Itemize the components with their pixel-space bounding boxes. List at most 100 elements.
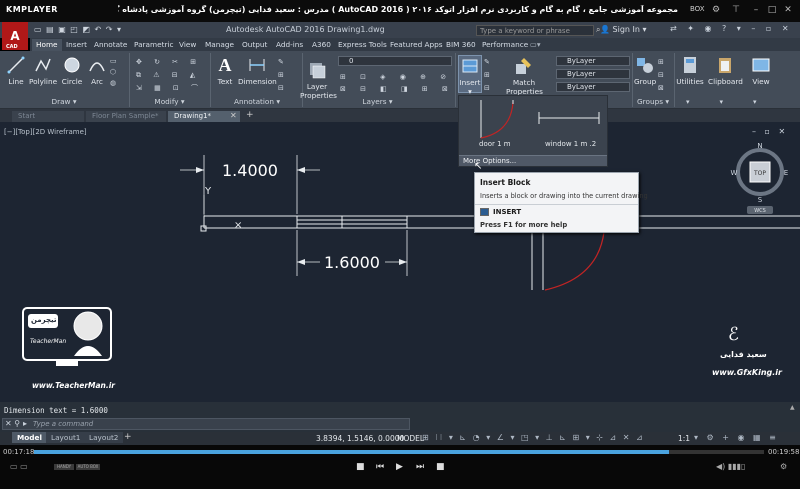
annotation-small-tools[interactable]: ✎ ⊞ ⊟ [278, 56, 298, 95]
insert-block-icon [462, 59, 478, 73]
file-tab-start[interactable]: Start [12, 111, 84, 122]
modify-tools[interactable]: ✥ ↻ ✂ ⊞ ⧉ ⚠ ⊟ ◭ ⇲ ▦ ⊡ ⌒ [136, 56, 206, 95]
file-tab-floor-plan[interactable]: Floor Plan Sample* [86, 111, 166, 122]
auto-box-button[interactable]: AUTO BOX [76, 464, 100, 470]
previous-icon[interactable]: ⏮ [376, 462, 384, 472]
layout-tab-layout1[interactable]: Layout1 [46, 432, 86, 443]
next-icon[interactable]: ⏭ [416, 462, 424, 472]
ribbon-separator [210, 53, 211, 107]
viewcube[interactable]: TOP N W E S WCS [730, 140, 790, 220]
tab-bim-360[interactable]: BIM 360 [442, 39, 480, 51]
circle-button[interactable]: Circle [60, 55, 84, 86]
layers-group-label[interactable]: Layers ▾ [330, 97, 425, 107]
settings-icon[interactable]: ⚙ [710, 4, 722, 16]
cursor-cross: × [234, 220, 242, 231]
insert-block-tooltip: Insert Block Inserts a block or drawing … [474, 172, 648, 233]
tab-view[interactable]: View [175, 39, 200, 51]
lineweight-dropdown[interactable]: ByLayer [556, 82, 630, 92]
layer-dropdown[interactable]: 0 [338, 56, 452, 66]
handy-button[interactable]: HANDY [54, 464, 74, 470]
box-menu[interactable]: BOX [690, 5, 705, 13]
player-menu-icon[interactable]: ▭ ▭ [10, 462, 28, 471]
quick-access-toolbar[interactable]: ▭ ▤ ▣ ◰ ◩ ↶ ↷ ▾ [34, 25, 122, 34]
tooltip-title: Insert Block [480, 178, 531, 187]
match-properties-button[interactable]: Match Properties [506, 56, 543, 96]
tab-annotate[interactable]: Annotate [90, 39, 131, 51]
insert-block-button[interactable]: Insert ▾ [458, 55, 482, 96]
close-icon[interactable]: ✕ [782, 4, 794, 16]
draw-small-tools[interactable]: ▭ ⬡ ◍ [110, 56, 126, 89]
tab-manage[interactable]: Manage [201, 39, 238, 51]
arc-button[interactable]: Arc [86, 55, 108, 86]
clipboard-button[interactable]: Clipboard [708, 55, 743, 86]
view-button[interactable]: View [748, 55, 774, 86]
player-logo: KMPLAYER [6, 5, 58, 14]
utilities-button[interactable]: Utilities [676, 55, 704, 86]
annotation-group-label[interactable]: Annotation ▾ [212, 97, 302, 107]
command-customize-icon[interactable]: ✕ ⚲ [5, 419, 20, 428]
groups-group-label[interactable]: Groups ▾ [632, 97, 674, 107]
volume-icon[interactable]: ◀) ▮▮▮▯ [716, 462, 745, 471]
dimension-button[interactable]: Dimension [238, 55, 277, 86]
dim-top-arrow-right [297, 167, 305, 173]
recent-commands-icon[interactable]: ▸ [23, 419, 27, 428]
text-button[interactable]: A Text [214, 55, 236, 86]
close-tab-icon[interactable]: ✕ [230, 111, 237, 120]
viewcube-e[interactable]: E [784, 169, 788, 177]
polyline-button[interactable]: Polyline [28, 55, 58, 86]
layer-tools[interactable]: ⊞ ⊡ ◈ ◉ ⊕ ⊘ ◰ ⊠ ⊟ ◧ ◨ ⊞ ⊠ [340, 71, 473, 95]
pin-icon[interactable]: ⊤ [730, 4, 742, 16]
status-tools-right[interactable]: ▾ ⚙ + ◉ ▦ ≡ [694, 433, 779, 442]
group-small-tools[interactable]: ⊞ ⊟ ⊠ [658, 56, 670, 95]
new-layout-button[interactable]: + [124, 432, 132, 442]
command-line[interactable]: ✕ ⚲ ▸ Type a command [2, 418, 410, 430]
block-thumb-window[interactable] [535, 106, 603, 136]
panel-expanders[interactable]: ▾▾▾ [686, 98, 787, 106]
viewcube-n[interactable]: N [757, 142, 762, 150]
sign-in-button[interactable]: 👤 Sign In ▾ [600, 25, 647, 34]
stop-icon[interactable]: ■ [356, 462, 365, 472]
minimize-icon[interactable]: – [750, 4, 762, 16]
model-space-toggle[interactable]: MODEL [397, 434, 424, 443]
drafting-toggles[interactable]: ⊞ ⁝⁝ ▾ ⊾ ◔ ▾ ∠ ▾ ◳ ▾ ⊥ ⊾ ⊞ ▾ ⊹ ⊿ ✕ ⊿ [422, 433, 645, 442]
modify-group-label[interactable]: Modify ▾ [132, 97, 207, 107]
block-small-tools[interactable]: ✎ ⊞ ⊟ [484, 56, 496, 95]
tab-a360[interactable]: A360 [308, 39, 335, 51]
block-label-door[interactable]: door 1 m [479, 140, 511, 148]
group-button[interactable]: Group [634, 55, 656, 86]
help-search-input[interactable]: Type a keyword or phrase [476, 25, 594, 36]
tab-parametric[interactable]: Parametric [130, 39, 178, 51]
ribbon-separator [455, 53, 456, 107]
tab-express-tools[interactable]: Express Tools [334, 39, 391, 51]
block-label-window[interactable]: window 1 m .2 [545, 140, 596, 148]
tab-insert[interactable]: Insert [62, 39, 91, 51]
block-thumb-door[interactable] [463, 98, 527, 142]
viewcube-s[interactable]: S [758, 196, 763, 204]
layer-properties-button[interactable]: Layer Properties [300, 60, 337, 100]
player-settings-icon[interactable]: ⚙ [780, 462, 787, 471]
play-icon[interactable]: ▶ [396, 462, 403, 472]
draw-group-label[interactable]: Draw ▾ [0, 97, 128, 107]
layout-tab-layout2[interactable]: Layout2 [84, 432, 124, 443]
tooltip-divider [475, 204, 638, 205]
title-bar-tools[interactable]: ⇄ ✦ ◉ ? ▾ – ▫ ✕ [670, 24, 793, 33]
command-input[interactable]: Type a command [33, 419, 93, 429]
tab-featured-apps[interactable]: Featured Apps [386, 39, 447, 51]
color-dropdown[interactable]: ByLayer [556, 56, 630, 66]
cursor-coordinates[interactable]: 3.8394, 1.5146, 0.0000 [316, 434, 404, 443]
tab-output[interactable]: Output [238, 39, 271, 51]
annotation-scale[interactable]: 1:1 [678, 434, 690, 443]
viewcube-w[interactable]: W [731, 169, 738, 177]
maximize-icon[interactable]: □ [766, 4, 778, 16]
tab-home[interactable]: Home [32, 39, 62, 51]
layout-tab-model[interactable]: Model [12, 432, 47, 443]
line-button[interactable]: Line [4, 55, 28, 86]
tab-performance[interactable]: Performance [478, 39, 532, 51]
command-scroll-icon[interactable]: ▲ [790, 404, 795, 411]
dim-top-arrow-left [196, 167, 204, 173]
new-tab-button[interactable]: + [246, 110, 254, 120]
linetype-dropdown[interactable]: ByLayer [556, 69, 630, 79]
record-icon[interactable]: ■ [436, 462, 445, 472]
tab-add-ins[interactable]: Add-ins [272, 39, 307, 51]
ribbon-options-icon[interactable]: ▭▾ [526, 39, 545, 51]
